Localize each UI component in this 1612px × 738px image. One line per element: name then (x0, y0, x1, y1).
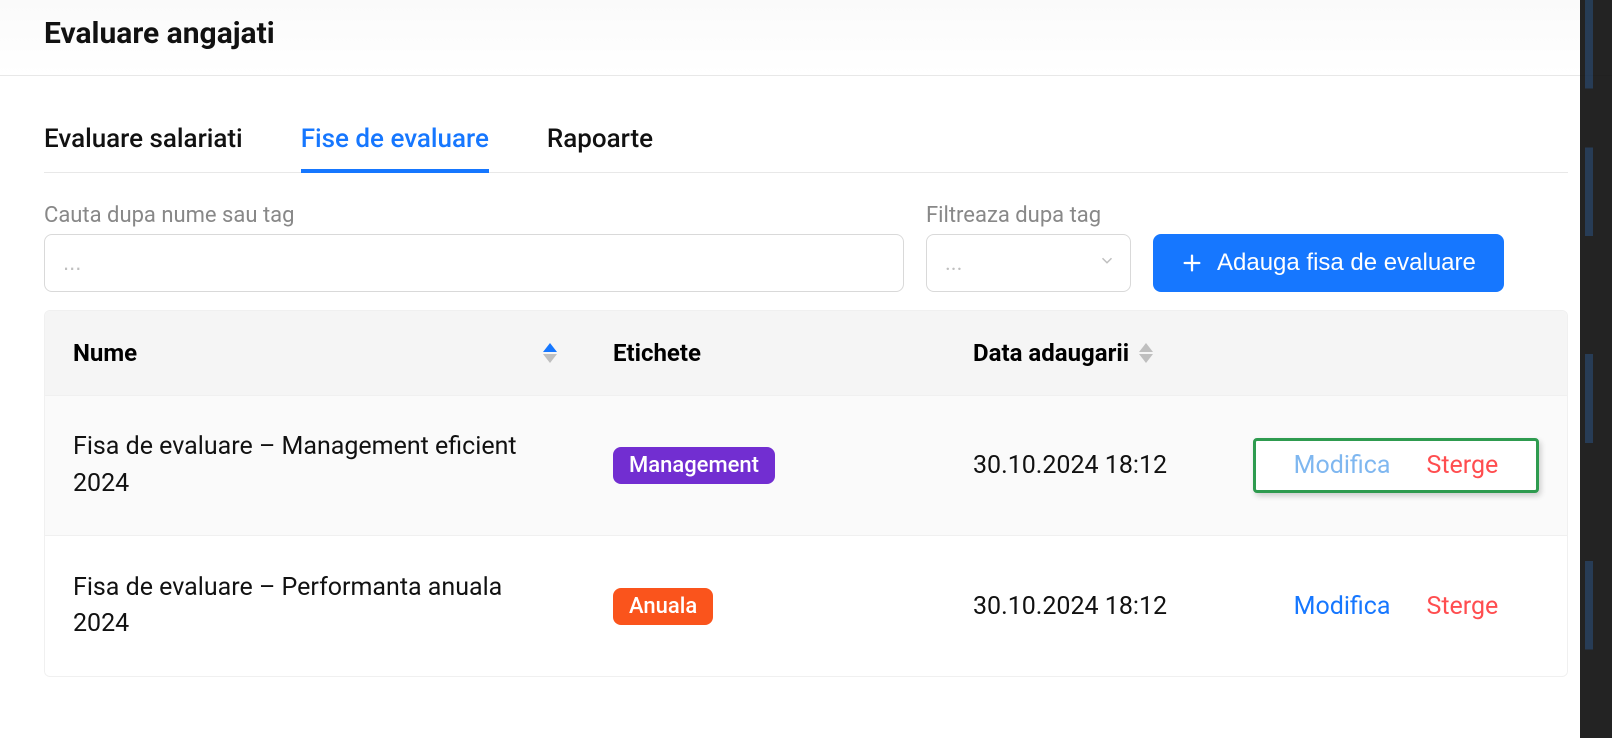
tag-filter-placeholder: ... (945, 251, 962, 276)
app-root: Evaluare angajati Evaluare salariati Fis… (0, 0, 1612, 738)
page-header: Evaluare angajati (0, 0, 1612, 76)
cell-actions: Modifica Sterge (1225, 410, 1567, 521)
tab-fise-de-evaluare[interactable]: Fise de evaluare (301, 116, 489, 172)
table-header: Nume Etichete Data adaugarii (45, 311, 1567, 396)
col-header-tags: Etichete (585, 311, 945, 395)
add-evaluation-button-label: Adauga fisa de evaluare (1217, 249, 1476, 277)
edit-button[interactable]: Modifica (1294, 592, 1391, 621)
edit-button[interactable]: Modifica (1294, 451, 1391, 480)
cell-tags: Anuala (585, 560, 945, 653)
plus-icon (1181, 252, 1203, 274)
chevron-down-icon (1098, 251, 1116, 276)
tag-filter-group: Filtreaza dupa tag ... (926, 203, 1131, 292)
tab-rapoarte[interactable]: Rapoarte (547, 116, 653, 172)
tag-filter-select[interactable]: ... (926, 234, 1131, 292)
cell-actions: Modifica Sterge (1225, 551, 1567, 662)
tag-filter-label: Filtreaza dupa tag (926, 203, 1131, 228)
cell-date: 30.10.2024 18:12 (945, 423, 1225, 508)
row-actions: Modifica Sterge (1253, 579, 1539, 634)
table-row: Fisa de evaluare – Performanta anuala 20… (45, 536, 1567, 676)
delete-button[interactable]: Sterge (1426, 451, 1498, 480)
col-header-actions (1225, 311, 1567, 395)
tag-badge: Anuala (613, 588, 713, 625)
table-body: Fisa de evaluare – Management eficient 2… (45, 396, 1567, 676)
cell-name: Fisa de evaluare – Performanta anuala 20… (45, 542, 585, 671)
delete-button[interactable]: Sterge (1426, 592, 1498, 621)
col-header-name[interactable]: Nume (45, 311, 585, 395)
table-row: Fisa de evaluare – Management eficient 2… (45, 396, 1567, 536)
col-header-date-label: Data adaugarii (973, 339, 1129, 367)
cell-date: 30.10.2024 18:12 (945, 564, 1225, 649)
add-evaluation-button[interactable]: Adauga fisa de evaluare (1153, 234, 1504, 292)
tabs: Evaluare salariati Fise de evaluare Rapo… (44, 116, 1568, 173)
col-header-tags-label: Etichete (613, 339, 701, 367)
search-label: Cauta dupa nume sau tag (44, 203, 904, 228)
page-content: Evaluare salariati Fise de evaluare Rapo… (0, 76, 1612, 738)
cell-tags: Management (585, 419, 945, 512)
filters-row: Cauta dupa nume sau tag Filtreaza dupa t… (44, 203, 1568, 292)
col-header-date[interactable]: Data adaugarii (945, 311, 1225, 395)
window-edge-decoration (1580, 0, 1612, 738)
tab-evaluare-salariati[interactable]: Evaluare salariati (44, 116, 243, 172)
sort-icon[interactable] (543, 343, 557, 363)
cell-name: Fisa de evaluare – Management eficient 2… (45, 401, 585, 530)
sort-icon[interactable] (1139, 343, 1153, 363)
col-header-name-label: Nume (73, 339, 137, 367)
search-input[interactable] (44, 234, 904, 292)
evaluations-table: Nume Etichete Data adaugarii (44, 310, 1568, 677)
row-actions: Modifica Sterge (1253, 438, 1539, 493)
tag-badge: Management (613, 447, 775, 484)
page-title: Evaluare angajati (44, 16, 1568, 51)
search-field-group: Cauta dupa nume sau tag (44, 203, 904, 292)
